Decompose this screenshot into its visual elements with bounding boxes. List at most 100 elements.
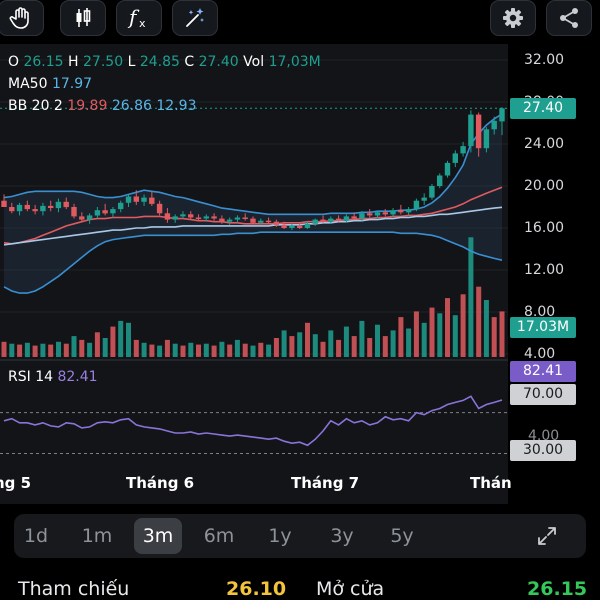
period-5y-button[interactable]: 5y: [378, 518, 426, 554]
volume-value: 17,03M: [268, 54, 321, 70]
hand-tool-button[interactable]: [0, 0, 44, 36]
candle-body: [180, 214, 186, 217]
candle-body: [328, 218, 334, 222]
volume-bar: [336, 339, 342, 357]
volume-bar: [468, 237, 474, 357]
period-3y-button[interactable]: 3y: [318, 518, 366, 554]
period-1d-button[interactable]: 1d: [12, 518, 60, 554]
candle-body: [281, 224, 287, 228]
volume-bar: [63, 343, 69, 357]
volume-bar: [188, 342, 194, 358]
volume-bar: [429, 307, 435, 357]
candle-body: [24, 204, 30, 210]
gear-icon: [503, 8, 523, 28]
candle-body: [405, 209, 412, 213]
candle-body: [452, 153, 458, 163]
rsi-legend-value: 82.41: [57, 369, 98, 385]
period-1m-button[interactable]: 1m: [73, 518, 121, 554]
low-value: 24.85: [139, 54, 180, 70]
candle-body: [429, 186, 435, 198]
period-1y-button[interactable]: 1y: [256, 518, 304, 554]
open-price-value: 26.15: [527, 578, 588, 600]
candle-body: [110, 209, 116, 214]
candle-body: [118, 202, 124, 210]
volume-bar: [71, 336, 77, 357]
candle-body: [71, 207, 77, 217]
low-label: L: [127, 54, 136, 70]
period-3m-button[interactable]: 3m: [134, 518, 182, 554]
indicators-button[interactable]: fx: [116, 0, 162, 36]
candle-body: [335, 218, 342, 221]
reference-value: 26.10: [226, 578, 287, 600]
candle-body: [265, 220, 272, 223]
volume-bar: [476, 286, 482, 357]
settings-button[interactable]: [490, 0, 536, 36]
candle: [468, 110, 474, 153]
rsi-line: [3, 395, 503, 447]
reference-label: Tham chiếu: [18, 578, 130, 600]
month-label: Tháng 7: [291, 474, 360, 492]
drawing-tools-button[interactable]: [172, 0, 218, 36]
candle-body: [1, 200, 7, 207]
candle-body: [149, 197, 155, 204]
period-6m-button[interactable]: 6m: [195, 518, 243, 554]
bb-upper-value: 19.89: [67, 98, 108, 114]
candle-body: [32, 209, 38, 212]
candle-body: [475, 114, 482, 149]
volume-bar: [87, 342, 93, 358]
candle-body: [133, 196, 139, 202]
volume-bar: [94, 332, 100, 357]
candle-body: [40, 205, 46, 212]
candle-body: [16, 204, 23, 212]
close-value: 27.40: [198, 54, 239, 70]
candle-body: [141, 197, 147, 202]
volume-bar: [343, 326, 349, 357]
candle-body: [234, 217, 241, 220]
volume-bar: [172, 343, 178, 357]
rsi-value-badge: 82.41: [510, 361, 576, 382]
volume-bar: [32, 345, 38, 357]
volume-bar: [375, 324, 380, 357]
candle-body: [242, 217, 248, 219]
volume-bar: [460, 294, 466, 357]
volume-bar: [421, 322, 427, 357]
volume-bar: [227, 344, 233, 357]
volume-bar: [9, 343, 15, 357]
price-tick: 32.00: [524, 52, 565, 68]
volume-bar: [258, 342, 264, 358]
volume-bar: [281, 330, 287, 357]
volume-bar: [110, 326, 116, 357]
volume-bar: [242, 343, 248, 357]
volume-bar: [180, 345, 186, 357]
volume-bar: [250, 345, 256, 357]
close-label: C: [184, 54, 195, 70]
volume-bar: [118, 320, 124, 357]
candle-body: [390, 210, 396, 215]
candle-body: [297, 225, 303, 228]
volume-bar: [211, 345, 217, 357]
candle-body: [164, 213, 171, 220]
expand-button[interactable]: [536, 518, 584, 554]
volume-bar: [48, 344, 54, 357]
volume-bar: [413, 311, 419, 357]
ma-value: 17.97: [51, 76, 93, 92]
candle-body: [125, 196, 132, 203]
candle-body: [188, 214, 194, 218]
volume-bar: [273, 338, 279, 357]
candle-body: [79, 216, 85, 220]
candle: [421, 193, 427, 205]
candlestick-icon: [76, 8, 91, 27]
candle: [437, 173, 443, 189]
candle: [452, 150, 458, 168]
candle-body: [258, 220, 264, 223]
candle-body: [219, 218, 225, 222]
candle-body: [468, 114, 474, 147]
bb-legend: BB 20 2 19.89 26.86 12.93: [8, 98, 196, 114]
candle-body: [63, 201, 69, 208]
candle-body: [398, 210, 404, 213]
bollinger-band-fill: [4, 114, 502, 294]
volume-bar: [141, 342, 147, 358]
share-button[interactable]: [546, 0, 592, 36]
chart-type-button[interactable]: [60, 0, 106, 36]
candle: [444, 160, 451, 178]
